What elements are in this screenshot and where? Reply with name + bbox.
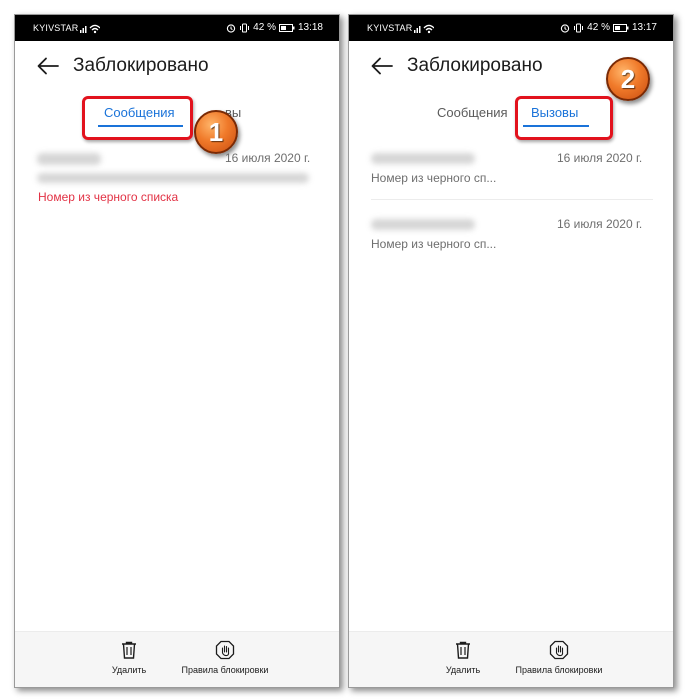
highlight-box-messages-tab: [82, 96, 193, 140]
step-badge-2: 2: [606, 57, 650, 101]
delete-button[interactable]: Удалить: [107, 640, 151, 675]
bottom-action-bar: Удалить Правила блокировки: [349, 631, 673, 687]
page-title: Заблокировано: [73, 55, 209, 76]
message-date: 16 июля 2020 г.: [225, 151, 311, 165]
vibrate-icon: [574, 23, 584, 33]
block-rules-button[interactable]: Правила блокировки: [509, 640, 609, 675]
phone-screen-calls: KYIVSTAR 42 % 13:17 Заблокировано Сообще…: [348, 14, 674, 688]
message-block-reason: Номер из черного списка: [38, 190, 179, 204]
carrier-label: KYIVSTAR: [33, 23, 79, 33]
battery-percent: 42 %: [253, 22, 276, 33]
step-badge-1: 1: [194, 110, 238, 154]
trash-icon: [122, 641, 136, 659]
back-arrow-icon[interactable]: [371, 57, 393, 75]
tab-messages[interactable]: Сообщения: [437, 105, 508, 120]
status-right-group: 42 % 13:17: [560, 22, 657, 34]
signal-wifi-icon: [80, 24, 100, 34]
signal-wifi-icon: [414, 24, 434, 34]
call-block-reason-1: Номер из черного сп...: [371, 171, 497, 185]
phone-screen-messages: KYIVSTAR 42 % 13:18 Заблокировано Сообще…: [14, 14, 340, 688]
carrier-label: KYIVSTAR: [367, 23, 413, 33]
blurred-caller-2: [371, 219, 475, 230]
status-right-group: 42 % 13:18: [226, 22, 323, 34]
status-bar: KYIVSTAR 42 % 13:18: [15, 15, 339, 41]
block-hand-icon: [215, 640, 235, 660]
clock: 13:18: [297, 22, 323, 33]
page-title: Заблокировано: [407, 55, 543, 76]
block-rules-label: Правила блокировки: [515, 665, 603, 675]
block-rules-label: Правила блокировки: [181, 665, 269, 675]
battery-icon: [278, 24, 295, 32]
delete-label: Удалить: [111, 665, 147, 675]
bottom-action-bar: Удалить Правила блокировки: [15, 631, 339, 687]
call-block-reason-2: Номер из черного сп...: [371, 237, 497, 251]
clock: 13:17: [631, 22, 657, 33]
blurred-caller-1: [371, 153, 475, 164]
status-bar: KYIVSTAR 42 % 13:17: [349, 15, 673, 41]
delete-button[interactable]: Удалить: [441, 640, 485, 675]
back-arrow-icon[interactable]: [37, 57, 59, 75]
block-rules-button[interactable]: Правила блокировки: [175, 640, 275, 675]
delete-label: Удалить: [445, 665, 481, 675]
alarm-icon: [227, 24, 236, 33]
trash-icon: [456, 641, 470, 659]
blurred-message-preview: [37, 173, 309, 183]
call-date-2: 16 июля 2020 г.: [557, 217, 643, 231]
battery-icon: [612, 24, 629, 32]
alarm-icon: [561, 24, 570, 33]
battery-percent: 42 %: [587, 22, 610, 33]
block-hand-icon: [549, 640, 569, 660]
highlight-box-calls-tab: [515, 96, 613, 140]
vibrate-icon: [240, 23, 250, 33]
list-divider: [371, 199, 653, 200]
call-date-1: 16 июля 2020 г.: [557, 151, 643, 165]
blurred-sender: [37, 153, 101, 165]
